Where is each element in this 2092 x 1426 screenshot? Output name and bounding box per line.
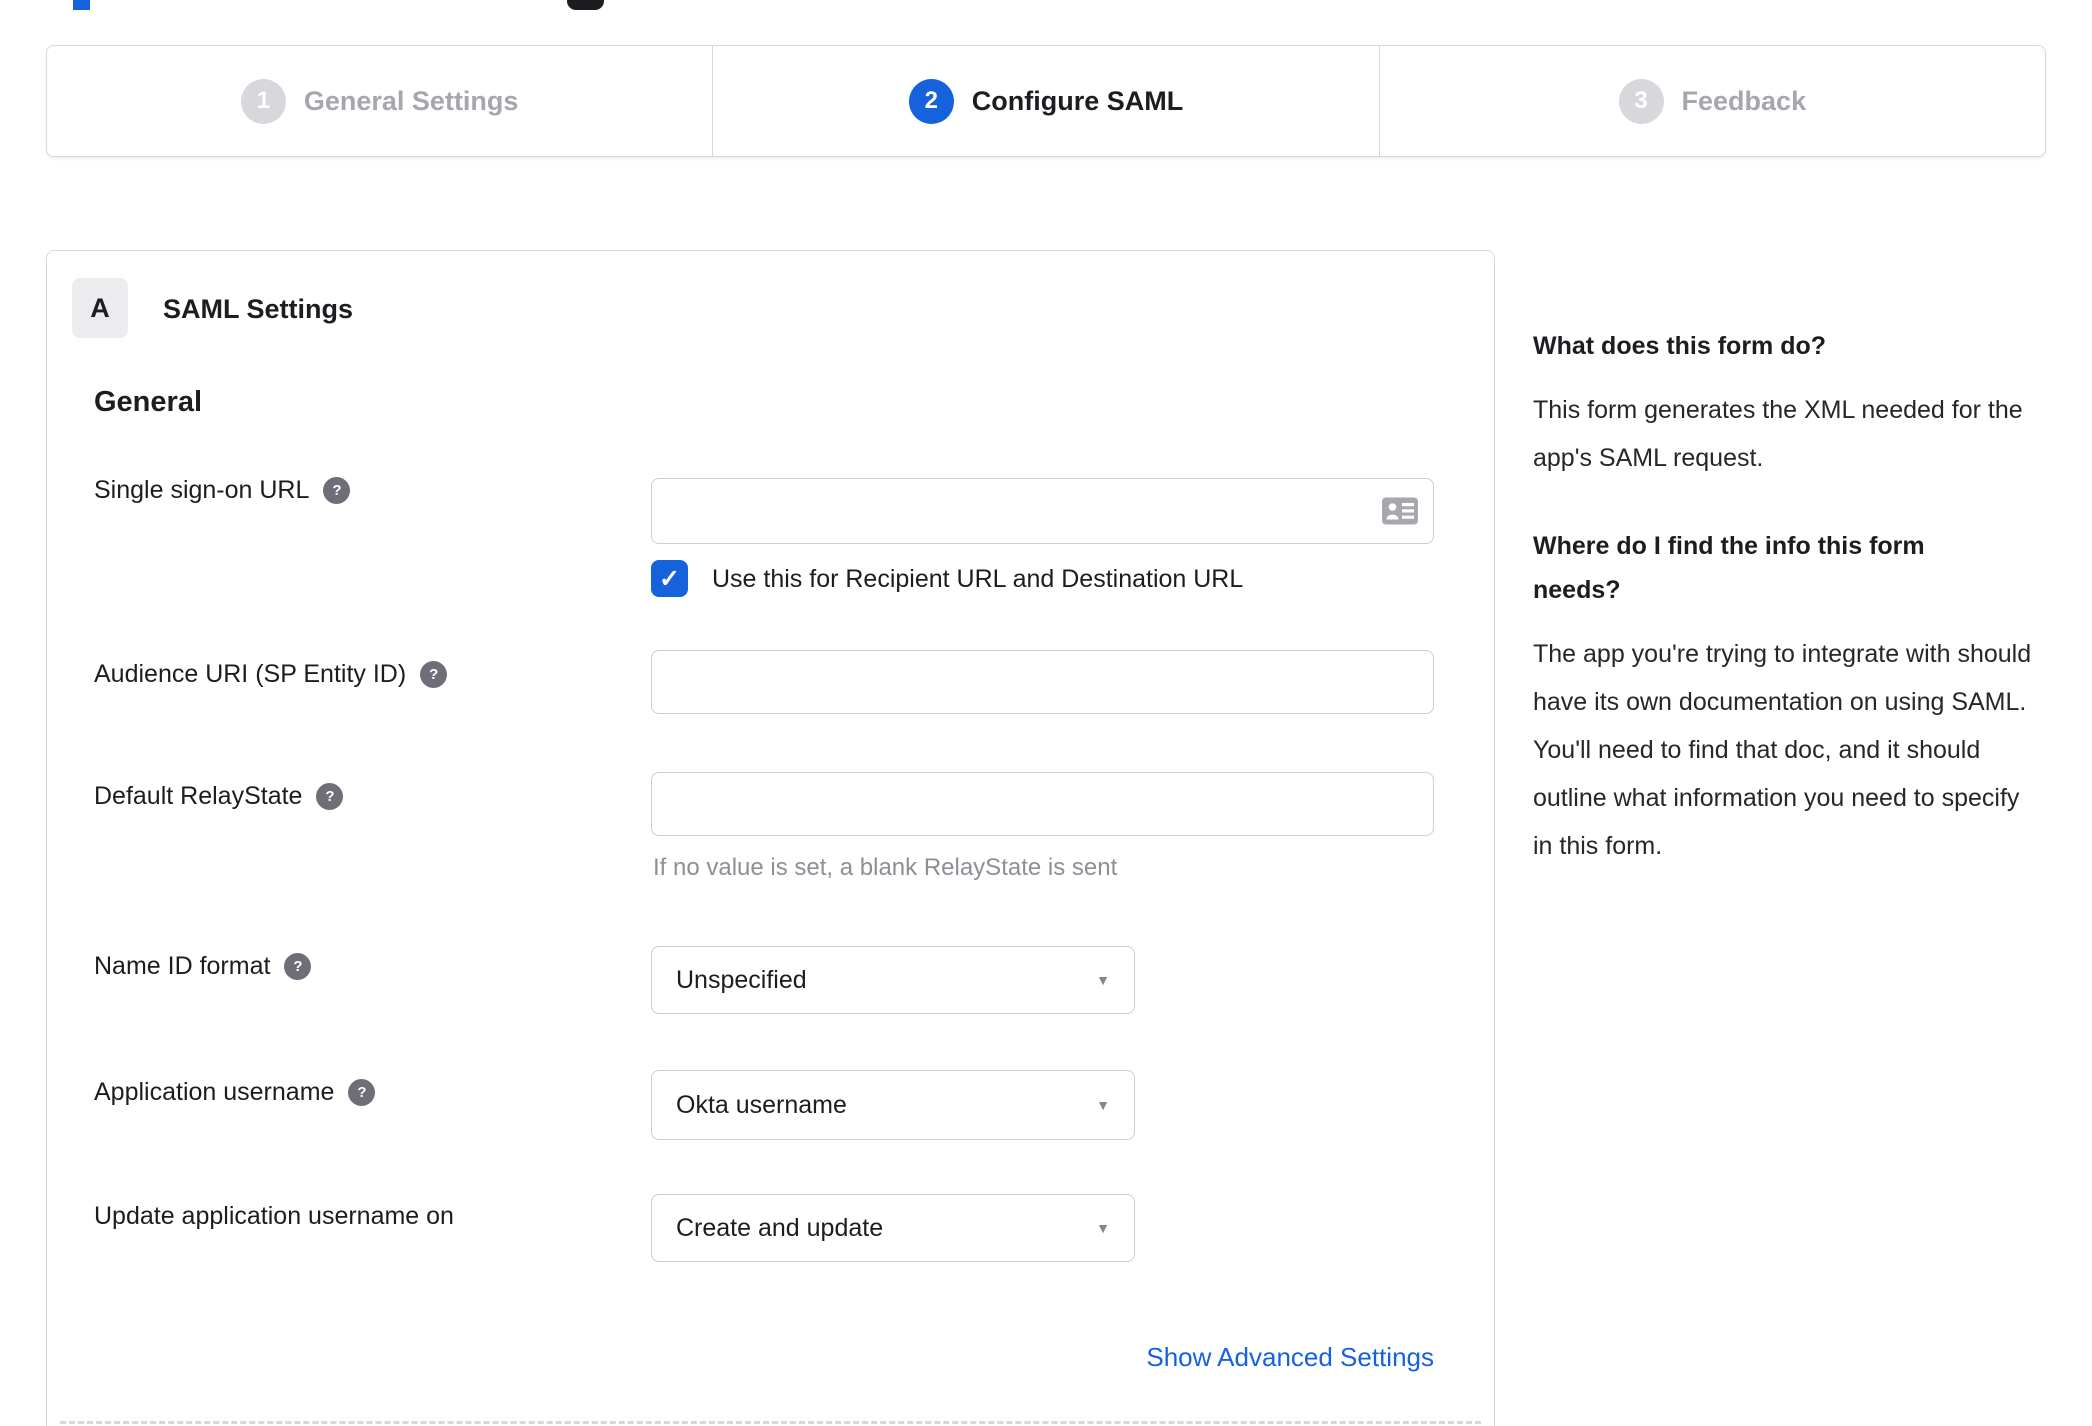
- audience-uri-label-text: Audience URI (SP Entity ID): [94, 660, 407, 688]
- step-3-circle: 3: [1618, 78, 1664, 124]
- section-divider: [60, 1421, 1481, 1424]
- app-username-value: Okta username: [676, 1090, 847, 1119]
- sso-url-input[interactable]: [651, 478, 1434, 544]
- relaystate-input-wrap: [651, 772, 1434, 836]
- step-3-label: Feedback: [1681, 85, 1807, 116]
- step-configure-saml[interactable]: 2 Configure SAML: [712, 46, 1378, 156]
- header-icon-fragment: [567, 0, 604, 10]
- relaystate-label: Default RelayState ?: [94, 782, 344, 811]
- sso-url-label: Single sign-on URL ?: [94, 476, 351, 505]
- show-advanced-settings-link[interactable]: Show Advanced Settings: [1146, 1342, 1434, 1373]
- step-2-label: Configure SAML: [971, 85, 1184, 116]
- sso-url-input-wrap: [651, 478, 1434, 544]
- logo-fragment: [73, 0, 90, 10]
- update-username-select[interactable]: Create and update ▼: [651, 1194, 1135, 1262]
- update-username-label-text: Update application username on: [94, 1202, 454, 1230]
- wizard-stepper: 1 General Settings 2 Configure SAML 3 Fe…: [46, 45, 2046, 157]
- chevron-down-icon: ▼: [1096, 1220, 1110, 1236]
- nameid-format-select[interactable]: Unspecified ▼: [651, 946, 1135, 1014]
- sidebar-heading-what: What does this form do?: [1533, 332, 1827, 360]
- sso-url-label-text: Single sign-on URL: [94, 476, 310, 504]
- checkmark-icon: ✓: [659, 564, 680, 593]
- sso-url-help-icon[interactable]: ?: [323, 477, 351, 504]
- nameid-format-label-text: Name ID format: [94, 952, 271, 980]
- step-feedback[interactable]: 3 Feedback: [1378, 46, 2045, 156]
- sidebar-heading-where: Where do I find the info this form needs…: [1533, 532, 1925, 604]
- section-a-badge: A: [72, 278, 128, 338]
- app-username-label: Application username ?: [94, 1078, 376, 1107]
- nameid-format-label: Name ID format ?: [94, 952, 312, 981]
- audience-uri-label: Audience URI (SP Entity ID) ?: [94, 660, 448, 689]
- contact-card-icon[interactable]: [1382, 497, 1418, 525]
- relaystate-help-icon[interactable]: ?: [316, 783, 344, 810]
- relaystate-label-text: Default RelayState: [94, 782, 303, 810]
- update-username-label: Update application username on: [94, 1202, 454, 1231]
- audience-uri-input-wrap: [651, 650, 1434, 714]
- sidebar-body-what: This form generates the XML needed for t…: [1533, 396, 2023, 472]
- step-1-circle: 1: [240, 78, 286, 124]
- use-for-recipient-checkbox[interactable]: ✓: [651, 560, 688, 597]
- sidebar-body-where: The app you're trying to integrate with …: [1533, 640, 2032, 860]
- step-1-label: General Settings: [303, 85, 519, 116]
- audience-uri-input[interactable]: [651, 650, 1434, 714]
- app-username-select[interactable]: Okta username ▼: [651, 1070, 1135, 1140]
- audience-uri-help-icon[interactable]: ?: [420, 661, 448, 688]
- chevron-down-icon: ▼: [1096, 1097, 1110, 1113]
- relaystate-input[interactable]: [651, 772, 1434, 836]
- relaystate-hint: If no value is set, a blank RelayState i…: [653, 854, 1118, 881]
- nameid-format-help-icon[interactable]: ?: [284, 953, 312, 980]
- general-section-heading: General: [94, 386, 202, 418]
- nameid-format-value: Unspecified: [676, 965, 807, 994]
- app-username-help-icon[interactable]: ?: [348, 1079, 376, 1106]
- update-username-value: Create and update: [676, 1213, 884, 1242]
- chevron-down-icon: ▼: [1096, 972, 1110, 988]
- step-2-circle: 2: [908, 78, 954, 124]
- step-general-settings[interactable]: 1 General Settings: [47, 46, 712, 156]
- app-username-label-text: Application username: [94, 1078, 335, 1106]
- use-for-recipient-label[interactable]: Use this for Recipient URL and Destinati…: [712, 565, 1243, 594]
- panel-title: SAML Settings: [163, 294, 354, 324]
